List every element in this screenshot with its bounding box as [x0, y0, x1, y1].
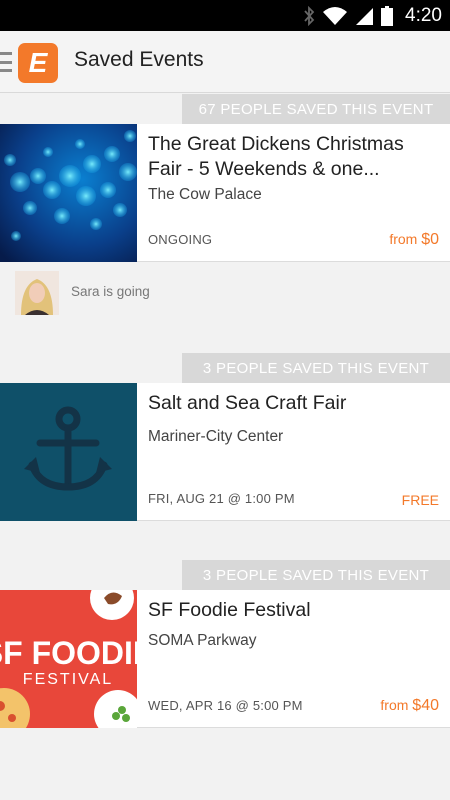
eventbrite-logo[interactable]: E: [18, 43, 58, 83]
friend-activity[interactable]: Sara is going: [0, 262, 450, 318]
event-price: from $0: [389, 231, 439, 249]
battery-icon: [381, 5, 394, 26]
event-venue: Mariner-City Center: [148, 428, 284, 445]
saved-count-banner: 67 PEOPLE SAVED THIS EVENT: [182, 94, 450, 124]
event-price: from $40: [380, 697, 439, 715]
event-card[interactable]: SF FOODIE FESTIVAL SF Foodie Festival SO…: [0, 590, 450, 728]
clock: 4:20: [405, 4, 442, 26]
friend-going-text: Sara is going: [71, 284, 150, 299]
page-title: Saved Events: [74, 48, 204, 71]
price-prefix: from: [389, 231, 422, 247]
event-title[interactable]: The Great Dickens Christmas Fair - 5 Wee…: [148, 132, 438, 182]
event-image: SF FOODIE FESTIVAL: [0, 590, 137, 728]
price-prefix: from: [380, 697, 413, 713]
price-amount: $40: [412, 697, 439, 714]
image-text-sub: FESTIVAL: [23, 671, 113, 688]
event-card[interactable]: The Great Dickens Christmas Fair - 5 Wee…: [0, 124, 450, 262]
event-date: WED, APR 16 @ 5:00 PM: [148, 698, 303, 713]
signal-icon: [356, 7, 374, 25]
wifi-icon: [323, 6, 348, 25]
app-bar: E Saved Events: [0, 31, 450, 93]
event-venue: The Cow Palace: [148, 186, 262, 203]
price-amount: $0: [421, 231, 439, 248]
event-title[interactable]: Salt and Sea Craft Fair: [148, 391, 438, 416]
status-icons: 4:20: [303, 0, 450, 31]
price-amount: FREE: [401, 492, 439, 508]
saved-count-banner: 3 PEOPLE SAVED THIS EVENT: [182, 353, 450, 383]
event-title[interactable]: SF Foodie Festival: [148, 598, 438, 623]
event-venue: SOMA Parkway: [148, 632, 257, 649]
event-price: FREE: [402, 492, 439, 508]
event-date: ONGOING: [148, 232, 213, 247]
event-image: [0, 383, 137, 521]
menu-icon[interactable]: [0, 52, 12, 72]
event-image: [0, 124, 137, 262]
status-bar: 4:20: [0, 0, 450, 31]
saved-count-banner: 3 PEOPLE SAVED THIS EVENT: [182, 560, 450, 590]
avatar[interactable]: [15, 271, 59, 315]
event-date: FRI, AUG 21 @ 1:00 PM: [148, 491, 295, 506]
bluetooth-icon: [304, 5, 315, 26]
event-card[interactable]: Salt and Sea Craft Fair Mariner-City Cen…: [0, 383, 450, 521]
image-text-main: SF FOODIE: [0, 635, 137, 671]
